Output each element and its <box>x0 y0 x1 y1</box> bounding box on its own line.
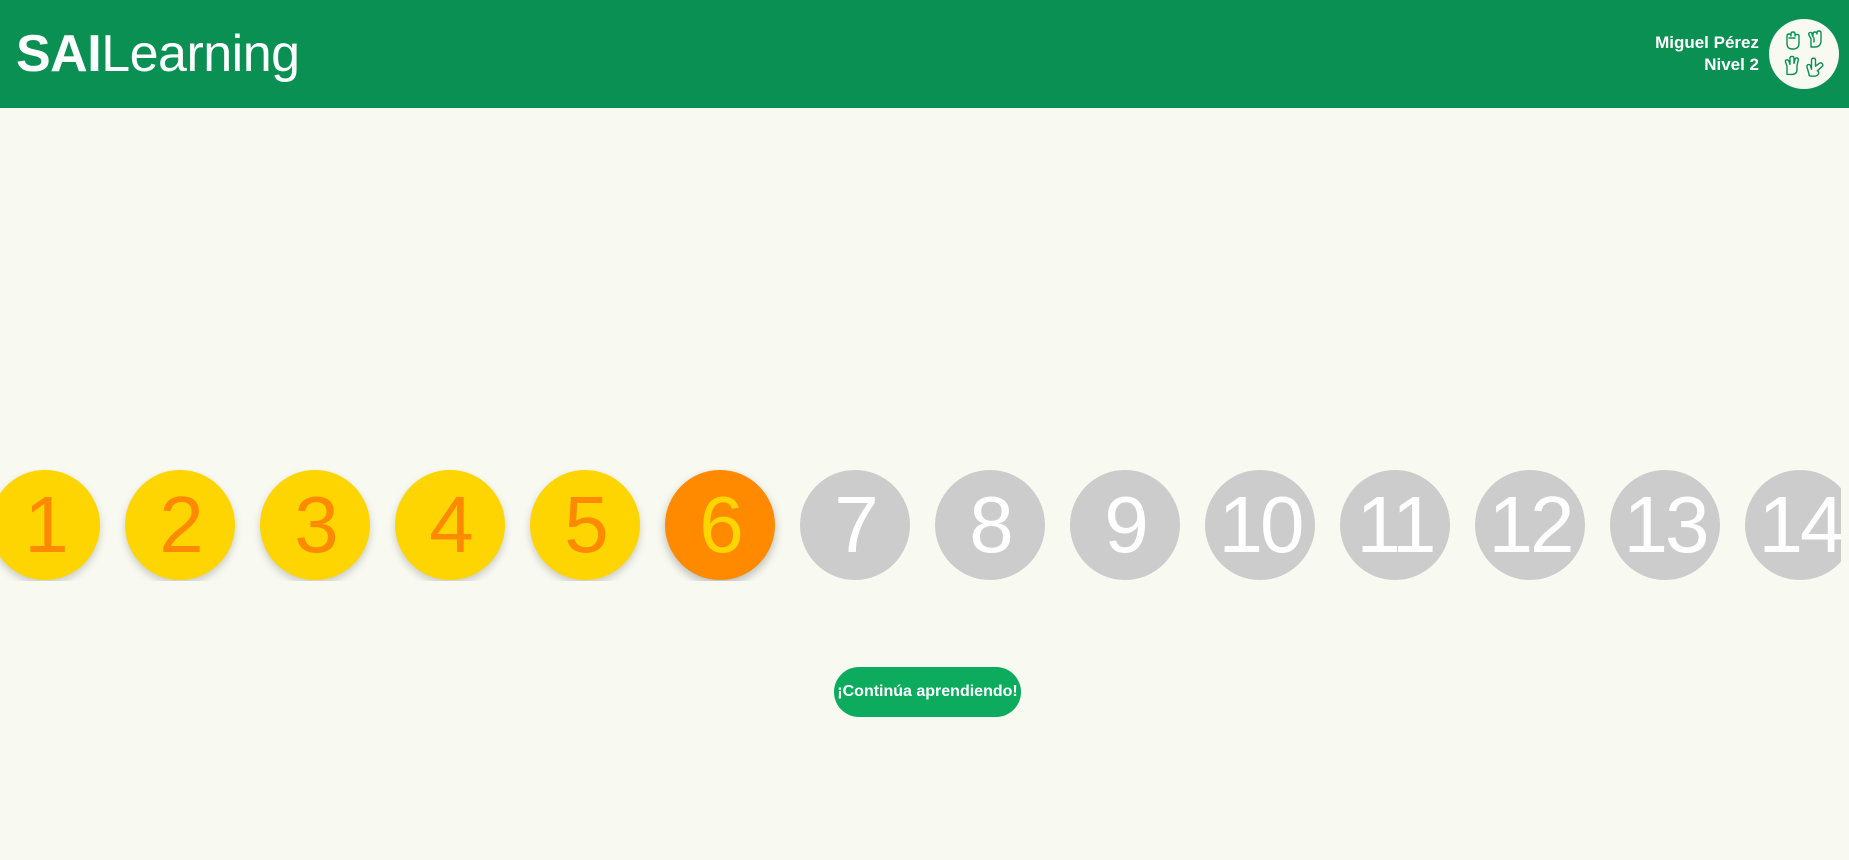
level-8-button[interactable]: 8 <box>935 470 1045 580</box>
level-6-button[interactable]: 6 <box>665 470 775 580</box>
user-info[interactable]: Miguel Pérez Nivel 2 <box>1655 32 1759 76</box>
level-13-button[interactable]: 13 <box>1610 470 1720 580</box>
app-logo[interactable]: SAILearning <box>16 22 300 86</box>
avatar[interactable] <box>1769 19 1839 89</box>
level-5-button[interactable]: 5 <box>530 470 640 580</box>
sign-language-hands-icon <box>1784 30 1824 77</box>
level-7-button[interactable]: 7 <box>800 470 910 580</box>
logo-text-light: Learning <box>101 25 300 83</box>
level-track: 1 2 3 4 5 6 7 8 9 10 11 12 13 14 <box>0 469 1841 581</box>
level-12-button[interactable]: 12 <box>1475 470 1585 580</box>
level-14-button[interactable]: 14 <box>1745 470 1841 580</box>
level-10-button[interactable]: 10 <box>1205 470 1315 580</box>
user-name: Miguel Pérez <box>1655 33 1759 52</box>
level-4-button[interactable]: 4 <box>395 470 505 580</box>
logo-text-bold: SAI <box>16 25 102 83</box>
level-9-button[interactable]: 9 <box>1070 470 1180 580</box>
level-1-button[interactable]: 1 <box>0 470 100 580</box>
continue-learning-button[interactable]: ¡Continúa aprendiendo! <box>834 667 1021 717</box>
app-header: SAILearning Miguel Pérez Nivel 2 <box>0 0 1849 108</box>
level-2-button[interactable]: 2 <box>125 470 235 580</box>
level-11-button[interactable]: 11 <box>1340 470 1450 580</box>
level-3-button[interactable]: 3 <box>260 470 370 580</box>
user-level: Nivel 2 <box>1704 55 1759 74</box>
